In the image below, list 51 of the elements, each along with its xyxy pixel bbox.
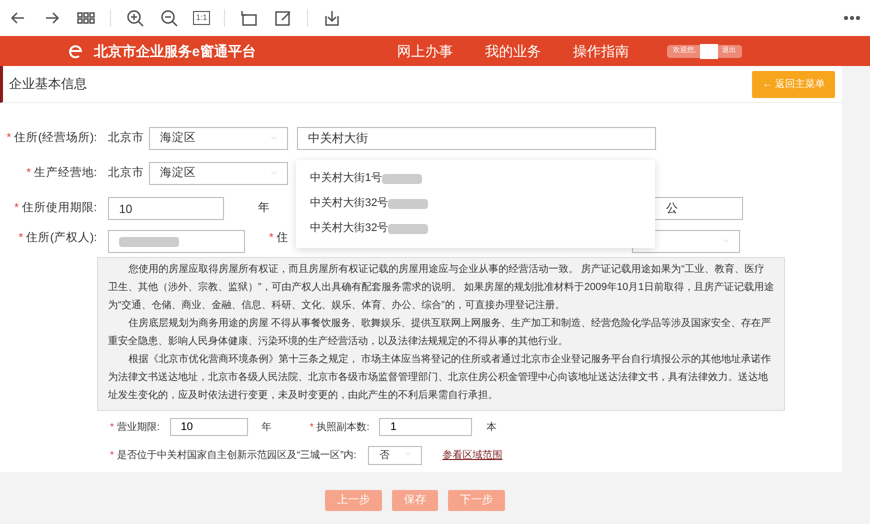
nav-link[interactable]: 操作指南: [573, 40, 661, 62]
required-mark: *: [18, 232, 24, 244]
notice-paragraph: 根据《北京市优化营商环境条例》第十三条之规定， 市场主体应当将登记的住所或者通过北京市企业登记服务平台自行填报公示的其他地址承诺作为法律文书送达地址，北京市各级人民法院、北京市各级市场监督管理部门、北京住房公积金管理中心向该地址送达法律文书，具有法律效力。送达地址发生变化的，应及时依法进行变更，未及时变更的，由此产生的不利后果需自行承担。: [108, 352, 772, 403]
owner-field[interactable]: [108, 230, 245, 253]
blurred-text: [388, 224, 428, 234]
blurred-text: [119, 236, 179, 246]
suggestion-item[interactable]: 中关村大街1号: [296, 166, 655, 191]
unit-label: 年: [262, 420, 272, 434]
street-field[interactable]: 中关村大街: [297, 127, 656, 150]
required-mark: *: [110, 450, 114, 460]
zone-select[interactable]: 否: [368, 446, 422, 464]
unit-label: 年: [258, 200, 270, 216]
chevron-down-icon: [721, 238, 732, 244]
site-title: 北京市企业服务e窗通平台: [94, 42, 257, 60]
field-label: 住所使用期限:: [22, 202, 97, 214]
actual-size-button[interactable]: 1:1: [193, 11, 210, 25]
chevron-down-icon: [403, 452, 414, 458]
field-label: 是否位于中关村国家自主创新示范园区及“三城一区”内:: [116, 450, 356, 460]
required-mark: *: [110, 422, 114, 432]
zoom-out-icon[interactable]: [159, 8, 179, 28]
field-label: 住: [276, 232, 288, 244]
field-label: 住所(经营场所):: [14, 132, 97, 144]
required-mark: *: [269, 232, 274, 244]
required-mark: *: [310, 422, 314, 432]
copies-field[interactable]: 1: [379, 418, 472, 436]
required-mark: *: [26, 166, 31, 179]
required-mark: *: [14, 202, 19, 214]
district-select[interactable]: 海淀区: [149, 162, 288, 185]
notice-paragraph: 您使用的房屋应取得房屋所有权证，而且房屋所有权证记载的房屋用途应与企业从事的经营活动一致。 房产证记载用途如果为“工业、教育、医疗卫生、其他（涉外、宗教、监狱）”，可由产权人出具确有配套服务需求的说明。 如果房屋的规划批准材料于2009年10月1日前取得，且房产证记载用途为“交通、仓储、商业、金融、信息、科研、文化、娱乐、体育、办公、综合”的，可直接办理登记注册。: [108, 262, 774, 313]
business-term-field[interactable]: 10: [170, 418, 248, 436]
rotate-icon[interactable]: [239, 8, 260, 28]
chevron-down-icon: [269, 136, 279, 142]
blurred-text: [388, 198, 428, 208]
blurred-text: [382, 174, 422, 184]
notice-paragraph: 住房底层规划为商务用途的房屋 不得从事餐饮服务、歌舞娱乐、提供互联网上网服务、生产加工和制造、经营危险化学品等涉及国家安全、存在严重安全隐患、影响人民身体健康、污染环境的生产经营活动，以及法律法规规定的不得从事的其他行业。: [108, 316, 772, 349]
field-label: 住所(产权人):: [26, 232, 97, 244]
field-label: 执照副本数:: [316, 422, 370, 432]
region-link[interactable]: 参看区域范围: [442, 448, 502, 462]
zoom-in-icon[interactable]: [125, 8, 145, 28]
field-label: 营业期限:: [116, 422, 160, 432]
nav-link[interactable]: 网上办事: [397, 40, 485, 62]
term-field[interactable]: 10: [108, 197, 224, 220]
district-select[interactable]: 海淀区: [149, 127, 288, 150]
city-label: 北京市: [108, 165, 145, 181]
chevron-down-icon: [269, 170, 279, 176]
required-mark: *: [6, 132, 12, 144]
city-label: 北京市: [108, 130, 145, 146]
nav-link[interactable]: 我的业务: [485, 40, 573, 62]
unit-label: 本: [486, 420, 496, 434]
panel-title: 企业基本信息: [9, 75, 87, 94]
field-label: 生产经营地:: [34, 166, 97, 179]
